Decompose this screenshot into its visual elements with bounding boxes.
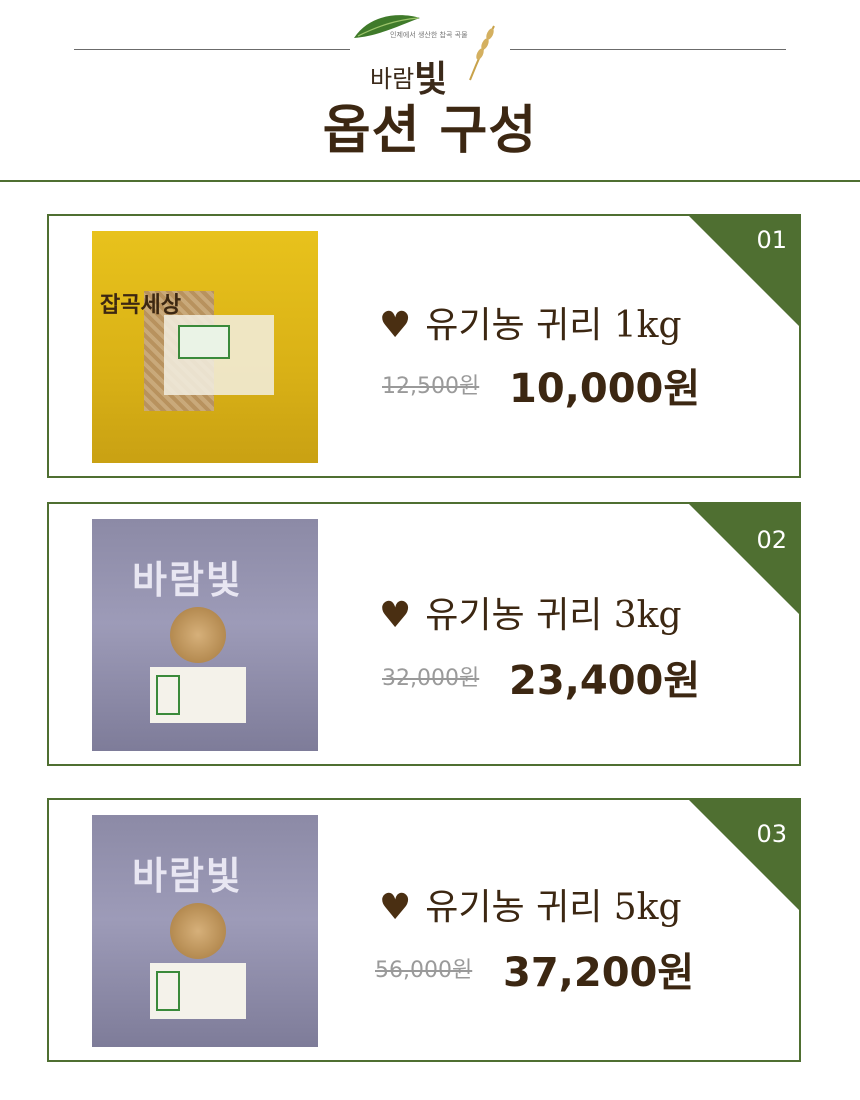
corner-tab (688, 504, 799, 615)
option-name-text: 유기농 귀리 3kg (425, 595, 682, 636)
original-price: 12,500원 (382, 374, 480, 399)
header: 인제에서 생산한 찹곡 곡물 바람빛 옵션 구성 (0, 0, 860, 182)
heart-icon: ♥ (379, 887, 412, 928)
header-rule-left (74, 49, 350, 50)
option-card-1[interactable]: 01 잡곡세상 ♥ 유기농 귀리 1kg 12,500원 10,000원 (47, 214, 801, 478)
header-divider (0, 180, 860, 182)
sale-price: 10,000원 (509, 366, 701, 412)
option-name: ♥ 유기농 귀리 3kg (379, 586, 682, 638)
logo-tagline: 인제에서 생산한 찹곡 곡물 (390, 31, 468, 39)
organic-mark (156, 675, 180, 715)
option-number: 02 (756, 526, 787, 554)
wheat-icon (469, 25, 495, 81)
bag-label: 잡곡세상 (100, 293, 181, 318)
option-number: 01 (756, 226, 787, 254)
grain-window (170, 903, 226, 959)
heart-icon: ♥ (379, 595, 412, 636)
page-title: 옵션 구성 (322, 101, 538, 161)
option-card-3[interactable]: 03 바람빛 ♥ 유기농 귀리 5kg 56,000원 37,200원 (47, 798, 801, 1062)
option-name-text: 유기농 귀리 1kg (425, 305, 682, 346)
header-rule-right (510, 49, 786, 50)
heart-icon: ♥ (379, 305, 412, 346)
product-image: 잡곡세상 (92, 231, 318, 463)
organic-mark (156, 971, 180, 1011)
grain-window (170, 607, 226, 663)
option-card-2[interactable]: 02 바람빛 ♥ 유기농 귀리 3kg 32,000원 23,400원 (47, 502, 801, 766)
sale-price: 37,200원 (503, 950, 695, 996)
option-number: 03 (756, 820, 787, 848)
brand-logo: 인제에서 생산한 찹곡 곡물 바람빛 (352, 8, 502, 100)
original-price: 56,000원 (375, 958, 473, 983)
product-image: 바람빛 (92, 815, 318, 1047)
corner-tab (688, 800, 799, 911)
bag-sticker (150, 963, 246, 1019)
option-name: ♥ 유기농 귀리 5kg (379, 878, 682, 930)
product-image: 바람빛 (92, 519, 318, 751)
option-name-text: 유기농 귀리 5kg (425, 887, 682, 928)
organic-mark (178, 325, 230, 359)
sale-price: 23,400원 (509, 658, 701, 704)
option-name: ♥ 유기농 귀리 1kg (379, 296, 682, 348)
original-price: 32,000원 (382, 666, 480, 691)
bag-sticker (150, 667, 246, 723)
bag-label: 바람빛 (132, 853, 243, 898)
bag-label: 바람빛 (132, 557, 243, 602)
